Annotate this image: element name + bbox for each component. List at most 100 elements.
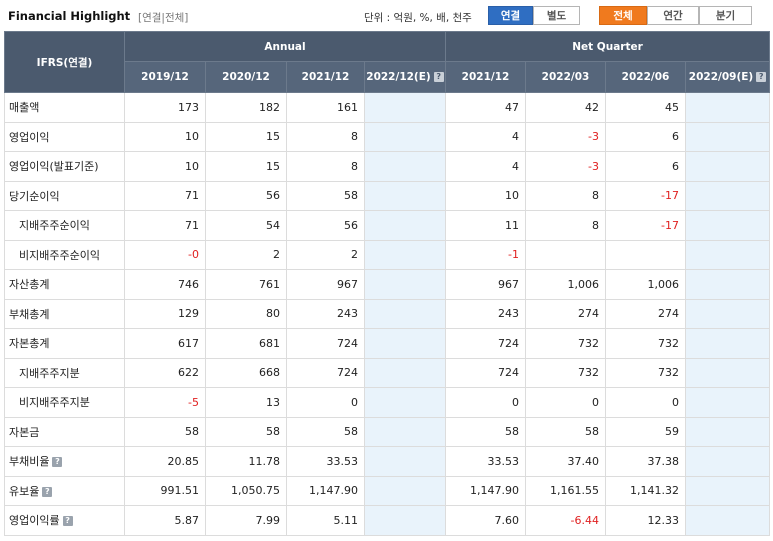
table-cell: 243 bbox=[445, 298, 526, 329]
table-cell bbox=[364, 416, 446, 447]
table-cell: 4 bbox=[445, 121, 526, 152]
table-cell: 56 bbox=[286, 210, 365, 241]
table-cell: 54 bbox=[205, 210, 287, 241]
table-cell bbox=[684, 505, 771, 536]
quarter-button[interactable]: 분기 bbox=[699, 6, 752, 25]
table-cell bbox=[364, 298, 446, 329]
help-icon[interactable]: ? bbox=[42, 486, 53, 497]
table-cell: 1,006 bbox=[605, 269, 686, 300]
table-cell bbox=[684, 269, 771, 300]
column-header: 2021/12 bbox=[286, 61, 365, 93]
table-cell: 761 bbox=[205, 269, 287, 300]
table-cell: 80 bbox=[205, 298, 287, 329]
table-cell: 1,147.90 bbox=[286, 475, 365, 506]
table-cell bbox=[684, 239, 771, 270]
table-cell: -3 bbox=[525, 121, 606, 152]
table-cell bbox=[684, 416, 771, 447]
table-cell: 129 bbox=[124, 298, 206, 329]
all-period-button[interactable]: 전체 bbox=[599, 6, 647, 25]
row-label-text: 영업이익률 bbox=[9, 514, 60, 528]
table-cell bbox=[684, 210, 771, 241]
table-cell bbox=[684, 92, 771, 123]
header-bar: Financial Highlight [연결|전체] 단위 : 억원, %, … bbox=[0, 0, 773, 30]
table-row: 부채총계 129 80 243 243 274 274 bbox=[4, 298, 771, 329]
table-cell: 2 bbox=[286, 239, 365, 270]
table-cell: 732 bbox=[605, 357, 686, 388]
table-cell: 58 bbox=[286, 416, 365, 447]
column-header-label: 2019/12 bbox=[141, 71, 189, 83]
row-label: 비지배주주순이익 bbox=[4, 239, 125, 270]
table-row: 영업이익 10 15 8 4 -3 6 bbox=[4, 121, 771, 152]
table-row: 자본총계 617 681 724 724 732 732 bbox=[4, 328, 771, 359]
help-icon[interactable]: ? bbox=[62, 516, 73, 527]
consolidated-button[interactable]: 연결 bbox=[488, 6, 533, 25]
table-cell bbox=[364, 505, 446, 536]
table-cell: 274 bbox=[605, 298, 686, 329]
help-icon[interactable]: ? bbox=[433, 72, 444, 82]
row-label: 영업이익률? bbox=[4, 505, 125, 536]
table-cell: 243 bbox=[286, 298, 365, 329]
row-label-text: 자산총계 bbox=[9, 278, 50, 292]
column-header: 2020/12 bbox=[205, 61, 287, 93]
table-cell: 1,147.90 bbox=[445, 475, 526, 506]
row-label-text: 부채비율 bbox=[9, 455, 50, 469]
column-header: 2022/09(E)? bbox=[684, 61, 771, 93]
table-cell: 7.60 bbox=[445, 505, 526, 536]
table-row: 영업이익률? 5.87 7.99 5.11 7.60 -6.44 12.33 bbox=[4, 505, 771, 536]
table-cell bbox=[684, 328, 771, 359]
table-cell: 732 bbox=[525, 357, 606, 388]
table-cell: 59 bbox=[605, 416, 686, 447]
table-cell: -5 bbox=[124, 387, 206, 418]
table-cell: 56 bbox=[205, 180, 287, 211]
table-cell: 724 bbox=[286, 328, 365, 359]
table-cell: 746 bbox=[124, 269, 206, 300]
row-label: 지배주주지분 bbox=[4, 357, 125, 388]
table-cell: 991.51 bbox=[124, 475, 206, 506]
table-cell: 45 bbox=[605, 92, 686, 123]
table-cell: 10 bbox=[445, 180, 526, 211]
table-cell bbox=[364, 387, 446, 418]
row-label-text: 자본금 bbox=[9, 425, 40, 439]
table-cell: 10 bbox=[124, 121, 206, 152]
table-cell: 58 bbox=[205, 416, 287, 447]
column-header-label: 2022/12(E) bbox=[366, 71, 431, 83]
table-cell bbox=[684, 151, 771, 182]
table-cell: 182 bbox=[205, 92, 287, 123]
table-cell: 0 bbox=[286, 387, 365, 418]
table-cell: 20.85 bbox=[124, 446, 206, 477]
row-label-text: 지배주주지분 bbox=[19, 366, 80, 380]
table-row: 자산총계 746 761 967 967 1,006 1,006 bbox=[4, 269, 771, 300]
row-label-text: 비지배주주지분 bbox=[19, 396, 90, 410]
row-label: 영업이익(발표기준) bbox=[4, 151, 125, 182]
table-cell: 0 bbox=[525, 387, 606, 418]
row-label-text: 매출액 bbox=[9, 101, 40, 115]
column-header-label: 2021/12 bbox=[461, 71, 510, 83]
table-cell bbox=[364, 475, 446, 506]
table-cell: 1,161.55 bbox=[525, 475, 606, 506]
table-cell: -3 bbox=[525, 151, 606, 182]
table-row: 지배주주순이익 71 54 56 11 8 -17 bbox=[4, 210, 771, 241]
table-cell: 274 bbox=[525, 298, 606, 329]
table-row: 매출액 173 182 161 47 42 45 bbox=[4, 92, 771, 123]
annual-button[interactable]: 연간 bbox=[647, 6, 699, 25]
column-header: 2022/12(E)? bbox=[364, 61, 446, 93]
row-label: 자본금 bbox=[4, 416, 125, 447]
table-cell bbox=[364, 180, 446, 211]
row-label: 영업이익 bbox=[4, 121, 125, 152]
help-icon[interactable]: ? bbox=[52, 457, 63, 468]
table-cell bbox=[684, 446, 771, 477]
table-cell: 1,006 bbox=[525, 269, 606, 300]
table-cell: 724 bbox=[445, 357, 526, 388]
table-cell: 7.99 bbox=[205, 505, 287, 536]
help-icon[interactable]: ? bbox=[756, 72, 767, 82]
separate-button[interactable]: 별도 bbox=[533, 6, 580, 25]
table-cell: 58 bbox=[286, 180, 365, 211]
row-label-text: 영업이익 bbox=[9, 130, 50, 144]
financial-highlight-table: IFRS(연결) Annual Net Quarter 2019/12 2020/… bbox=[4, 31, 771, 536]
table-cell: 967 bbox=[445, 269, 526, 300]
table-row: 당기순이익 71 56 58 10 8 -17 bbox=[4, 180, 771, 211]
column-header-label: 2022/06 bbox=[621, 71, 670, 83]
table-cell: 13 bbox=[205, 387, 287, 418]
page-title: Financial Highlight bbox=[8, 9, 131, 23]
table-row: 비지배주주순이익 -0 2 2 -1 bbox=[4, 239, 771, 270]
